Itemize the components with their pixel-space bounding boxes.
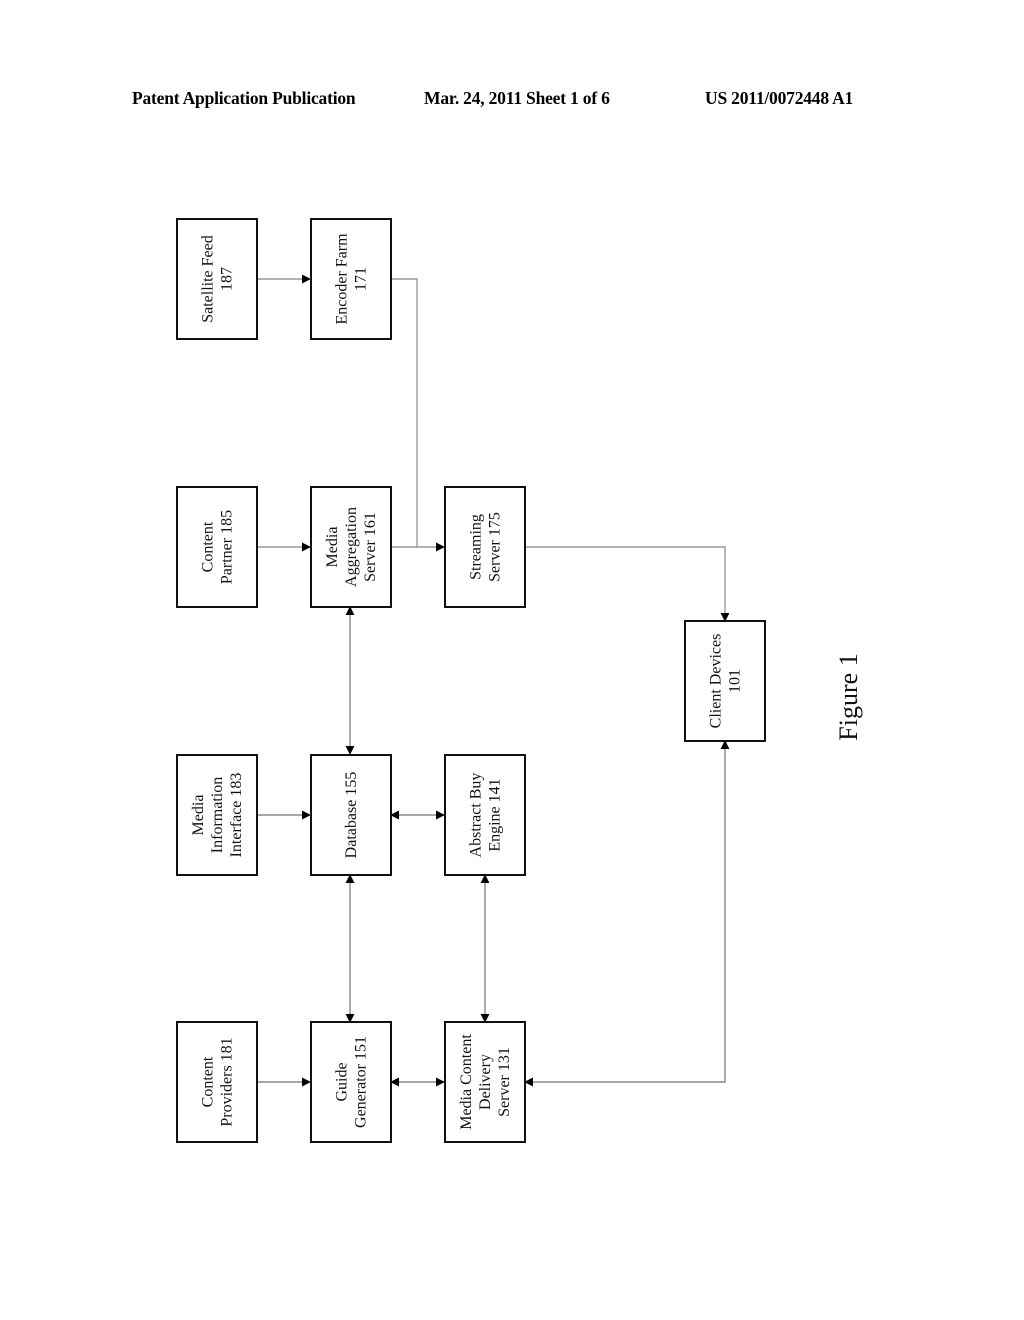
figure-label: Figure 1 <box>834 653 863 740</box>
box-border <box>444 754 526 876</box>
box-label-line: Generator 151 <box>353 1036 370 1128</box>
box-label-line: 171 <box>353 267 370 291</box>
box-encoder-farm: Encoder Farm 171 <box>310 218 392 340</box>
box-label: Database 155 <box>343 772 360 859</box>
box-label-line: Information <box>209 777 226 853</box>
box-label-line: Database 155 <box>343 772 360 859</box>
box-label-line: 187 <box>219 267 236 291</box>
box-border <box>176 1021 258 1143</box>
box-border <box>176 218 258 340</box>
box-label-line: Providers 181 <box>219 1037 236 1126</box>
box-content-partner: Content Partner 185 <box>176 486 258 608</box>
box-label-line: Media Content <box>458 1034 475 1130</box>
box-content-providers: Content Providers 181 <box>176 1021 258 1143</box>
box-label-line: Content <box>200 1056 217 1107</box>
box-border <box>444 486 526 608</box>
box-label-line: Interface 183 <box>228 773 245 858</box>
box-client-devices: Client Devices 101 <box>684 620 766 742</box>
box-media-information-interface: Media Information Interface 183 <box>176 754 258 876</box>
system-block-diagram: Satellite Feed 187 Encoder Farm 171 Conten… <box>176 218 863 1143</box>
box-border <box>176 486 258 608</box>
box-label-line: Media <box>190 795 207 836</box>
box-label-line: Server 175 <box>487 512 504 582</box>
box-label-line: 101 <box>727 669 744 693</box>
box-abstract-buy-engine: Abstract Buy Engine 141 <box>444 754 526 876</box>
box-label-line: Server 161 <box>362 512 379 582</box>
box-media-aggregation-server: Media Aggregation Server 161 <box>310 486 392 608</box>
box-label-line: Engine 141 <box>487 778 504 851</box>
box-media-content-delivery-server: Media Content Delivery Server 131 <box>444 1021 526 1143</box>
box-satellite-feed: Satellite Feed 187 <box>176 218 258 340</box>
box-border <box>310 1021 392 1143</box>
box-label-line: Media <box>324 527 341 568</box>
box-label-line: Client Devices <box>708 634 725 729</box>
box-label-line: Server 131 <box>496 1047 513 1117</box>
box-label-line: Delivery <box>477 1054 494 1110</box>
box-label-line: Partner 185 <box>219 510 236 584</box>
box-label-line: Aggregation <box>343 507 360 587</box>
box-label-line: Satellite Feed <box>200 235 217 323</box>
box-label-line: Encoder Farm <box>334 233 351 325</box>
box-border <box>684 620 766 742</box>
box-database: Database 155 <box>310 754 392 876</box>
box-label-line: Guide <box>334 1062 351 1101</box>
connector-delivery-server-client <box>524 740 730 1087</box>
connector-streaming-to-client <box>525 546 730 622</box>
box-label-line: Content <box>200 521 217 572</box>
box-guide-generator: Guide Generator 151 <box>310 1021 392 1143</box>
box-border <box>310 218 392 340</box>
connector-encoder-to-streaming <box>391 278 418 547</box>
box-streaming-server: Streaming Server 175 <box>444 486 526 608</box>
connectors <box>258 274 730 1087</box>
box-label-line: Abstract Buy <box>468 773 485 858</box>
box-label-line: Streaming <box>468 514 485 580</box>
